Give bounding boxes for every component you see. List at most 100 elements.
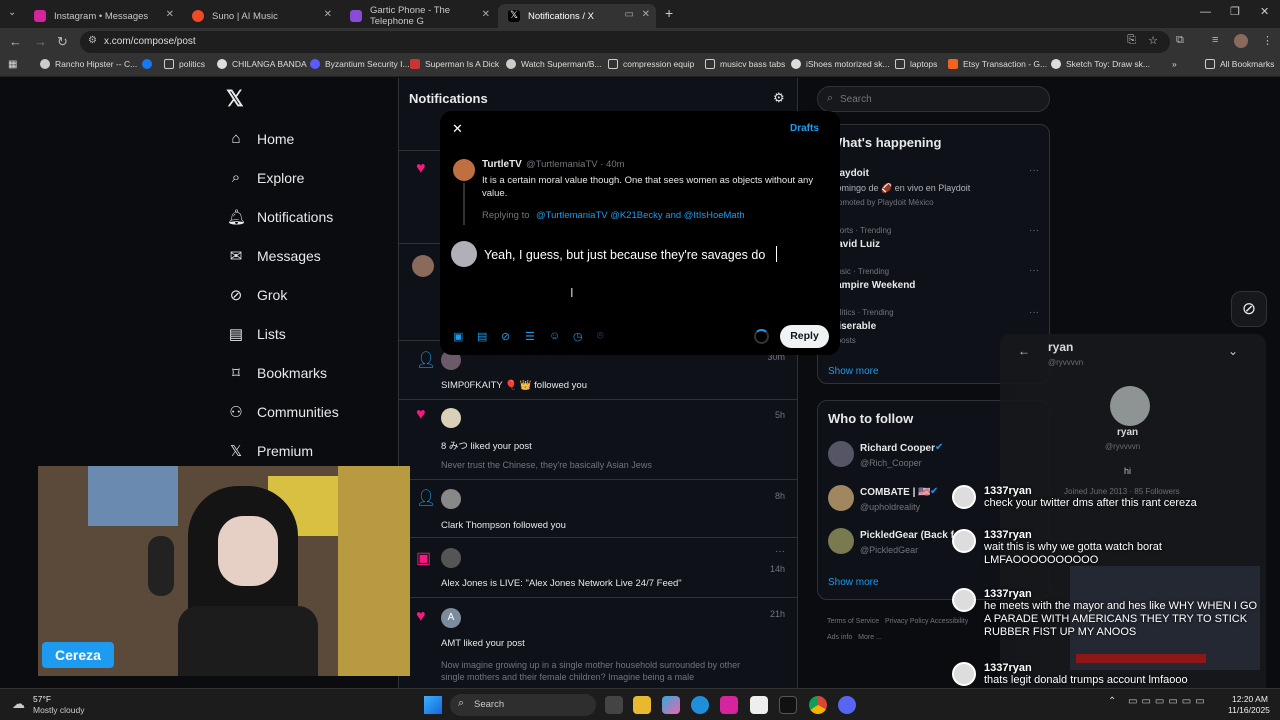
reply-button[interactable]: Reply (780, 325, 829, 348)
forward-button[interactable]: → (34, 34, 47, 49)
bookmark-item[interactable]: CHILANGA BANDA (217, 59, 307, 69)
more-icon[interactable]: ··· (1029, 265, 1039, 276)
footer-link[interactable]: Ads info (827, 634, 852, 641)
nav-communities[interactable]: ⚇ Communities (227, 403, 338, 421)
bookmark-star-icon[interactable]: ☆ (1148, 34, 1158, 47)
poll-icon[interactable]: ☰ (525, 330, 535, 343)
notification-item[interactable]: ♥ 5h 8 みつ liked your post Never trust th… (399, 400, 797, 480)
instagram-icon[interactable] (720, 696, 738, 714)
nav-lists[interactable]: ▤ Lists (227, 325, 286, 343)
weather-icon[interactable]: ☁ (12, 696, 25, 712)
tab-gartic[interactable]: Gartic Phone - The Telephone G ✕ (340, 4, 496, 28)
emoji-icon[interactable]: ☺ (549, 330, 560, 342)
amazon-icon[interactable] (750, 696, 768, 714)
task-view-icon[interactable] (605, 696, 623, 714)
back-button[interactable]: ← (9, 34, 22, 49)
maximize-button[interactable]: ❐ (1230, 5, 1240, 18)
notification-item[interactable]: 👤︎ 8h Clark Thompson followed you (399, 480, 797, 538)
show-more-link[interactable]: Show more (828, 366, 879, 377)
follow-name[interactable]: PickledGear (Back f (860, 530, 954, 541)
bookmark-folder[interactable]: politics (164, 59, 205, 69)
more-icon[interactable]: ··· (1029, 307, 1039, 318)
search-input[interactable]: ⌕ Search (817, 86, 1050, 112)
edge-icon[interactable] (691, 696, 709, 714)
bookmark-item[interactable]: Watch Superman/B... (506, 59, 601, 69)
nav-explore[interactable]: ⌕ Explore (227, 169, 305, 186)
apps-icon[interactable]: ▦ (8, 59, 17, 70)
close-icon[interactable]: ✕ (324, 9, 332, 20)
tab-suno[interactable]: Suno | AI Music ✕ (182, 4, 338, 28)
tab-share-icon[interactable]: ▭ (625, 9, 634, 20)
close-icon[interactable]: ✕ (642, 9, 650, 20)
x-app-icon[interactable] (779, 696, 797, 714)
x-logo-icon[interactable]: 𝕏 (226, 86, 244, 112)
bookmark-folder[interactable]: compression equip (608, 59, 694, 69)
follow-name[interactable]: Richard Cooper (860, 443, 935, 454)
site-info-icon[interactable]: ⚙ (88, 35, 97, 46)
trend-name[interactable]: Vampire Weekend (830, 280, 915, 291)
tab-list-icon[interactable]: ⌄ (8, 7, 16, 18)
drafts-button[interactable]: Drafts (790, 123, 819, 134)
media-icon[interactable]: ≡ (1212, 34, 1218, 46)
copilot-icon[interactable] (662, 696, 680, 714)
nav-premium[interactable]: 𝕏 Premium (227, 442, 313, 460)
settings-icon[interactable]: ⚙ (773, 90, 785, 106)
bookmark-item[interactable]: Superman Is A Dick (410, 59, 499, 69)
gif-icon[interactable]: ▤ (477, 330, 487, 343)
collapse-icon[interactable]: ⌄ (1228, 344, 1238, 358)
grok-floating-button[interactable]: ⊘ (1231, 291, 1267, 327)
bookmark-folder[interactable]: musicv bass tabs (705, 59, 785, 69)
bookmark-item[interactable]: Rancho Hipster -- C... (40, 59, 137, 69)
bookmark-item[interactable] (142, 59, 157, 69)
notification-item[interactable]: ▣ ··· 14h Alex Jones is LIVE: "Alex Jone… (399, 538, 797, 598)
close-icon[interactable]: ✕ (452, 121, 463, 137)
bookmark-item[interactable]: Sketch Toy: Draw sk... (1051, 59, 1150, 69)
nav-home[interactable]: ⌂ Home (227, 130, 294, 147)
reload-button[interactable]: ↻ (57, 34, 68, 50)
menu-icon[interactable]: ⋮ (1262, 34, 1273, 47)
original-author[interactable]: TurtleTV (482, 159, 522, 170)
all-bookmarks[interactable]: All Bookmarks (1205, 59, 1274, 69)
more-icon[interactable]: ··· (775, 546, 785, 557)
profile-avatar[interactable] (1234, 34, 1248, 48)
replying-to-users[interactable]: @TurtlemaniaTV @K21Becky and @ItIsHoeMat… (536, 210, 745, 221)
tab-instagram[interactable]: Instagram • Messages ✕ (24, 4, 180, 28)
clock-date[interactable]: 11/16/2025 (1228, 705, 1270, 715)
more-bookmarks-icon[interactable]: » (1172, 59, 1177, 69)
tray-expand-icon[interactable]: ⌃ (1108, 696, 1116, 707)
extensions-icon[interactable]: ⧉ (1176, 34, 1184, 47)
nav-bookmarks[interactable]: ⌑ Bookmarks (227, 364, 327, 382)
bookmark-folder[interactable]: laptops (895, 59, 937, 69)
nav-messages[interactable]: ✉ Messages (227, 247, 321, 265)
nav-notifications[interactable]: 🔔︎ Notifications (227, 208, 333, 226)
chrome-icon[interactable] (809, 696, 827, 714)
footer-link[interactable]: Terms of Service (827, 618, 879, 625)
media-icon[interactable]: ▣ (453, 330, 463, 343)
notification-item[interactable]: ♥ A 21h AMT liked your post Now imagine … (399, 598, 797, 688)
grok-icon[interactable]: ⊘ (501, 330, 510, 343)
schedule-icon[interactable]: ◷ (573, 330, 583, 343)
tray-icons[interactable]: ▭▭▭▭▭▭ (1128, 696, 1209, 707)
reply-textarea[interactable]: Yeah, I guess, but just because they're … (484, 248, 765, 262)
discord-icon[interactable] (838, 696, 856, 714)
more-icon[interactable]: ··· (1029, 225, 1039, 236)
close-icon[interactable]: ✕ (166, 9, 174, 20)
footer-link[interactable]: Privacy Policy (885, 618, 929, 625)
bookmark-item[interactable]: Etsy Transaction - G... (948, 59, 1047, 69)
new-tab-button[interactable]: + (665, 5, 673, 21)
install-icon[interactable]: ⎘ (1127, 34, 1136, 47)
back-arrow-icon[interactable]: ← (1018, 344, 1030, 358)
clock-time[interactable]: 12:20 AM (1232, 694, 1268, 704)
file-explorer-icon[interactable] (633, 696, 651, 714)
minimize-button[interactable]: — (1200, 6, 1211, 18)
nav-grok[interactable]: ⊘ Grok (227, 286, 288, 304)
bookmark-item[interactable]: iShoes motorized sk... (791, 59, 890, 69)
close-window-button[interactable]: ✕ (1260, 5, 1269, 18)
taskbar-search-input[interactable]: ⌕ Search (450, 694, 596, 716)
follow-name[interactable]: COMBATE | 🇺🇸 (860, 487, 931, 498)
close-icon[interactable]: ✕ (482, 9, 490, 20)
bookmark-item[interactable]: Byzantium Security I... (310, 59, 410, 69)
show-more-link[interactable]: Show more (828, 577, 879, 588)
url-input[interactable]: ⚙ x.com/compose/post ⎘ ☆ (80, 31, 1170, 53)
more-icon[interactable]: ··· (1029, 165, 1039, 176)
